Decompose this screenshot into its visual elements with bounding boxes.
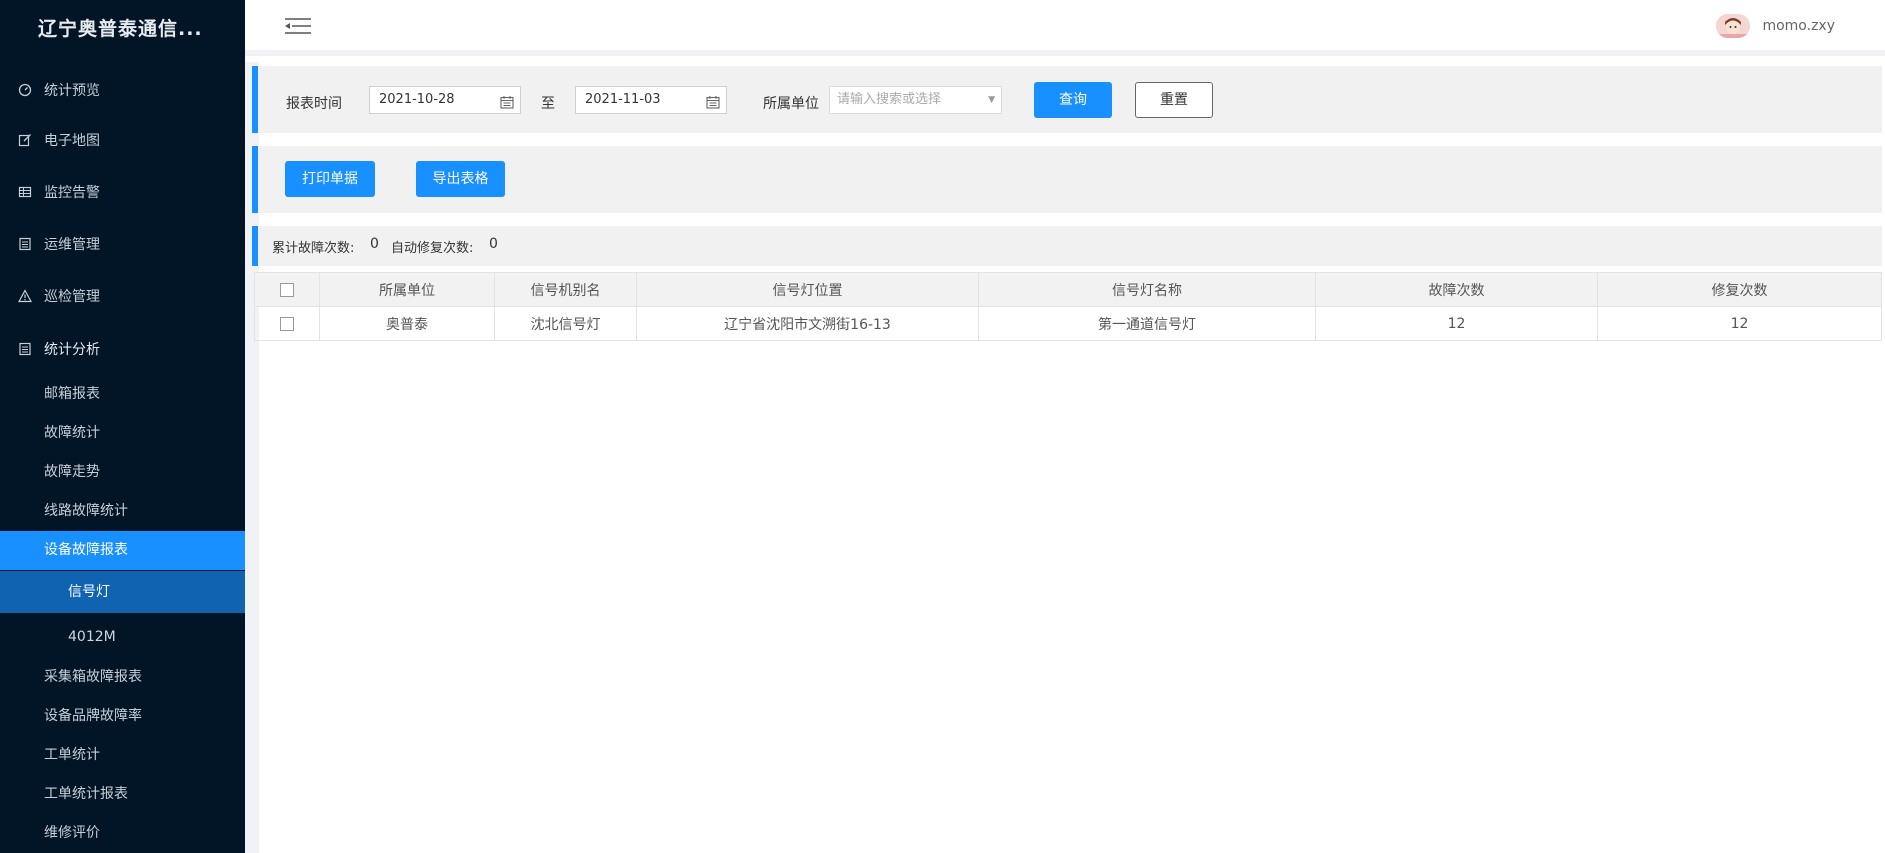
column-header[interactable]: 所属单位 (319, 272, 495, 307)
avatar[interactable] (1716, 14, 1751, 38)
menu-item-label: 巡检管理 (44, 289, 100, 305)
stats-panel: 累计故障次数: 0 自动修复次数: 0 (252, 226, 1882, 266)
sub-item-line-fault-statistics[interactable]: 线路故障统计 (0, 492, 245, 531)
menu-fold-icon[interactable] (283, 16, 313, 36)
menu-item-statistical-analysis[interactable]: 统计分析 (0, 333, 245, 365)
subsub-item-signal-light[interactable]: 信号灯 (0, 571, 245, 613)
sub-item-fault-trend[interactable]: 故障走势 (0, 453, 245, 492)
filter-panel: 报表时间 2021-10-28 至 2021-11-03 所属单位 请输入搜索或… (252, 66, 1882, 133)
start-date-value: 2021-10-28 (379, 92, 455, 107)
menu-item-label: 电子地图 (44, 133, 100, 149)
print-button[interactable]: 打印单据 (285, 161, 375, 197)
fault-report-table: 所属单位 信号机别名 信号灯位置 信号灯名称 故障次数 修复次数 奥普泰 沈北信… (254, 272, 1882, 341)
row-checkbox[interactable] (280, 316, 294, 331)
end-date-value: 2021-11-03 (585, 92, 661, 107)
table-cell: 辽宁省沈阳市文溯街16-13 (636, 306, 979, 341)
menu-item-label: 监控告警 (44, 185, 100, 201)
table-cell: 12 (1315, 306, 1598, 341)
subsub-item-4012m[interactable]: 4012M (0, 616, 245, 658)
export-button[interactable]: 导出表格 (416, 161, 505, 197)
sub-item-work-order-report[interactable]: 工单统计报表 (0, 775, 245, 814)
sub-item-work-order-statistics[interactable]: 工单统计 (0, 736, 245, 775)
end-date-input[interactable]: 2021-11-03 (575, 86, 727, 114)
table-cell: 沈北信号灯 (494, 306, 637, 341)
table-row[interactable]: 奥普泰 沈北信号灯 辽宁省沈阳市文溯街16-13 第一通道信号灯 12 12 (254, 306, 1882, 341)
menu-item-label: 统计预览 (44, 83, 100, 99)
calendar-icon[interactable] (706, 93, 720, 109)
row-select-cell (254, 306, 320, 341)
sub-item-brand-fault-rate[interactable]: 设备品牌故障率 (0, 697, 245, 736)
table-header-row: 所属单位 信号机别名 信号灯位置 信号灯名称 故障次数 修复次数 (254, 272, 1882, 307)
table-cell: 12 (1597, 306, 1882, 341)
user-menu[interactable]: momo.zxy (1716, 14, 1835, 38)
start-date-input[interactable]: 2021-10-28 (369, 86, 521, 114)
top-header: momo.zxy (245, 0, 1885, 56)
column-header[interactable]: 信号灯名称 (978, 272, 1316, 307)
column-header[interactable]: 修复次数 (1597, 272, 1882, 307)
menu-item-electronic-map[interactable]: 电子地图 (0, 124, 245, 156)
sub-item-collector-fault-report[interactable]: 采集箱故障报表 (0, 658, 245, 697)
date-range-separator: 至 (541, 96, 555, 112)
sub-item-mailbox-report[interactable]: 邮箱报表 (0, 375, 245, 414)
select-all-checkbox[interactable] (280, 282, 294, 297)
fault-total-label: 累计故障次数: (272, 241, 355, 256)
warning-icon (18, 289, 32, 303)
calendar-icon[interactable] (500, 93, 514, 109)
action-panel: 打印单据 导出表格 (252, 146, 1882, 213)
list-icon (18, 342, 32, 356)
sub-item-repair-evaluation[interactable]: 维修评价 (0, 814, 245, 853)
select-all-cell (254, 272, 320, 307)
column-header[interactable]: 信号机别名 (494, 272, 637, 307)
username: momo.zxy (1762, 18, 1835, 34)
edit-icon (18, 133, 32, 147)
table-cell: 奥普泰 (319, 306, 495, 341)
chevron-down-icon: ▼ (988, 95, 995, 105)
auto-repair-value: 0 (489, 236, 498, 252)
menu-item-label: 统计分析 (44, 342, 100, 358)
menu-item-label: 运维管理 (44, 237, 100, 253)
unit-select[interactable]: 请输入搜索或选择 ▼ (829, 86, 1002, 114)
column-header[interactable]: 信号灯位置 (636, 272, 979, 307)
menu-item-stats-overview[interactable]: 统计预览 (0, 74, 245, 106)
unit-select-placeholder: 请输入搜索或选择 (837, 92, 942, 107)
menu-item-inspection-management[interactable]: 巡检管理 (0, 280, 245, 312)
column-header[interactable]: 故障次数 (1315, 272, 1598, 307)
menu-item-ops-management[interactable]: 运维管理 (0, 228, 245, 260)
unit-label: 所属单位 (763, 96, 819, 112)
sub-item-device-fault-report[interactable]: 设备故障报表 (0, 531, 245, 570)
fault-total-value: 0 (370, 236, 379, 252)
dashboard-icon (18, 83, 32, 97)
table-icon (18, 185, 32, 199)
sidebar: 辽宁奥普泰通信... 统计预览 电子地图 监控告警 运维管理 巡检管理 统计分析 (0, 0, 245, 853)
table-cell: 第一通道信号灯 (978, 306, 1316, 341)
list-icon (18, 237, 32, 251)
menu-item-monitor-alarm[interactable]: 监控告警 (0, 176, 245, 208)
reset-button[interactable]: 重置 (1135, 82, 1213, 118)
auto-repair-label: 自动修复次数: (391, 241, 474, 256)
brand-title: 辽宁奥普泰通信... (38, 18, 203, 40)
query-button[interactable]: 查询 (1034, 82, 1112, 118)
sub-item-fault-statistics[interactable]: 故障统计 (0, 414, 245, 453)
report-time-label: 报表时间 (286, 96, 342, 112)
